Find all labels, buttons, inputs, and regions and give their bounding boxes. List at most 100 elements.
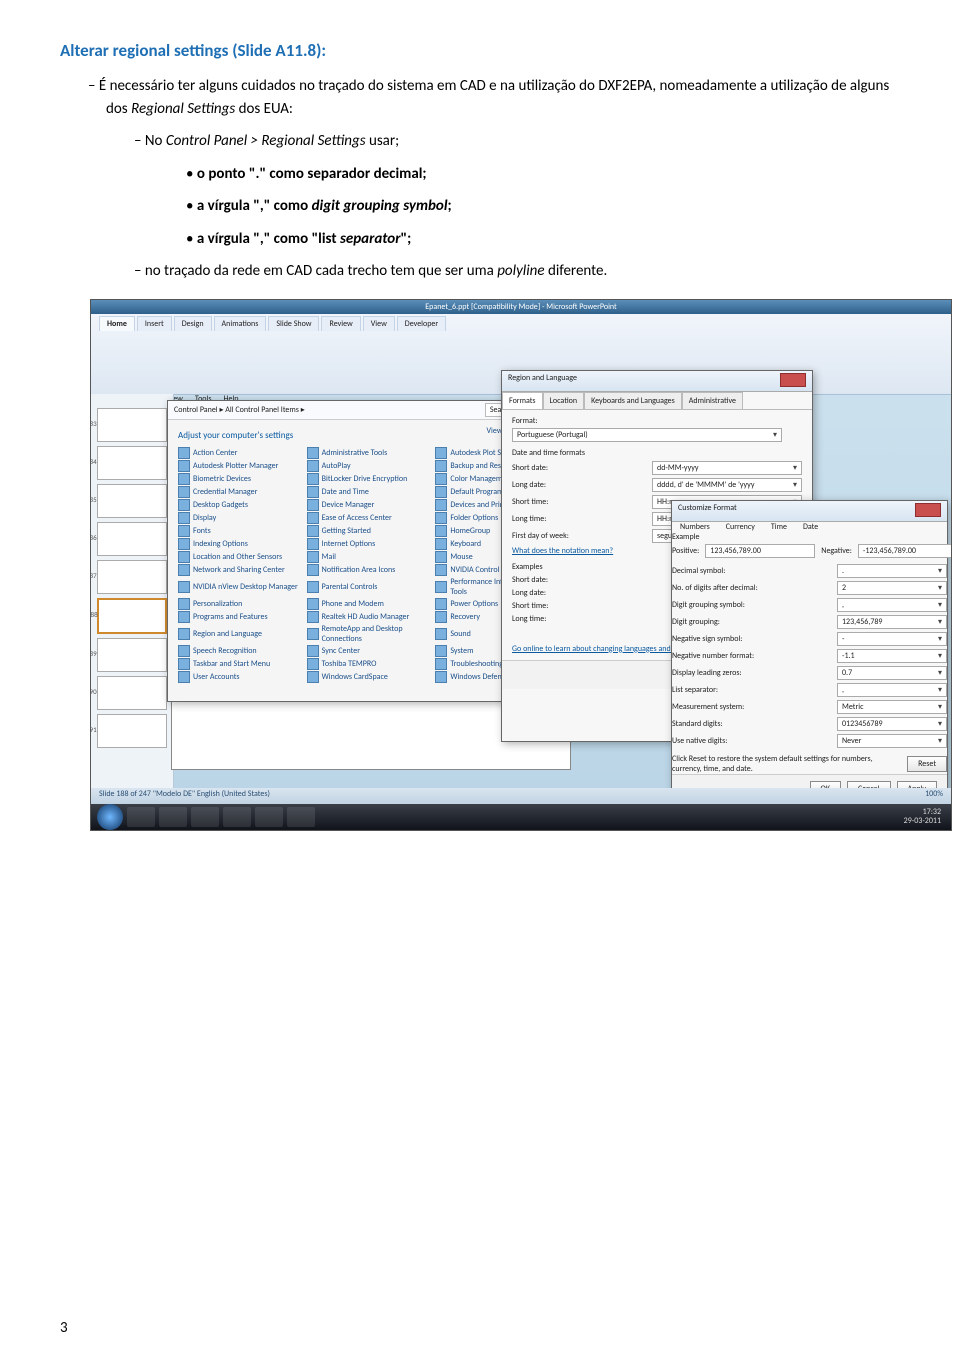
format-select[interactable]: 2	[837, 581, 947, 595]
text: no traçado da rede em CAD cada trecho te…	[145, 262, 497, 280]
text-bold: a vírgula "," como "list	[197, 230, 340, 248]
cp-item[interactable]: Programs and Features	[178, 611, 301, 623]
cp-item[interactable]: Parental Controls	[307, 577, 430, 597]
app-icon	[435, 658, 447, 670]
cp-item[interactable]: Notification Area Icons	[307, 564, 430, 576]
cp-item[interactable]: Indexing Options	[178, 538, 301, 550]
cp-item[interactable]: Taskbar and Start Menu	[178, 658, 301, 670]
format-select[interactable]: -	[837, 632, 947, 646]
cp-item[interactable]: Personalization	[178, 598, 301, 610]
cp-item[interactable]: Realtek HD Audio Manager	[307, 611, 430, 623]
zoom-level[interactable]: 100%	[925, 789, 943, 803]
format-select[interactable]: dddd, d' de 'MMMM' de 'yyyy	[652, 478, 802, 492]
cp-item[interactable]: Windows CardSpace	[307, 671, 430, 683]
thumbnail[interactable]: 189	[97, 638, 167, 672]
ribbon-tab[interactable]: Developer	[397, 316, 446, 331]
cp-item[interactable]: Speech Recognition	[178, 645, 301, 657]
cp-item[interactable]: Display	[178, 512, 301, 524]
app-icon	[307, 447, 319, 459]
app-icon	[178, 551, 190, 563]
taskbar-button[interactable]	[287, 807, 315, 827]
breadcrumb[interactable]: Control Panel ▸ All Control Panel Items …	[174, 405, 305, 415]
taskbar-button[interactable]	[159, 807, 187, 827]
thumbnail[interactable]: 186	[97, 522, 167, 556]
dialog-tab[interactable]: Time	[763, 519, 795, 535]
section-label: Date and time formats	[512, 448, 802, 458]
cp-item[interactable]: Fonts	[178, 525, 301, 537]
cp-item[interactable]: Biometric Devices	[178, 473, 301, 485]
taskbar-button[interactable]	[223, 807, 251, 827]
dialog-tab[interactable]: Formats	[502, 392, 543, 409]
cp-item[interactable]: BitLocker Drive Encryption	[307, 473, 430, 485]
cp-item[interactable]: AutoPlay	[307, 460, 430, 472]
cp-item[interactable]: Toshiba TEMPRO	[307, 658, 430, 670]
format-select[interactable]: 123,456,789	[837, 615, 947, 629]
cp-item[interactable]: Mail	[307, 551, 430, 563]
reset-button[interactable]: Reset	[907, 756, 947, 772]
cp-item[interactable]: Sync Center	[307, 645, 430, 657]
cp-item[interactable]: Date and Time	[307, 486, 430, 498]
ribbon-tab[interactable]: Slide Show	[268, 316, 319, 331]
ribbon-tab[interactable]: Home	[99, 316, 135, 331]
dialog-tab[interactable]: Keyboards and Languages	[584, 392, 682, 409]
thumbnail[interactable]: 184	[97, 446, 167, 480]
dialog-tab[interactable]: Administrative	[682, 392, 743, 409]
cp-item-label: Network and Sharing Center	[193, 565, 285, 575]
cp-item[interactable]: Device Manager	[307, 499, 430, 511]
taskbar-button[interactable]	[127, 807, 155, 827]
dialog-tab[interactable]: Location	[543, 392, 585, 409]
app-icon	[307, 538, 319, 550]
format-select[interactable]: Never	[837, 734, 947, 748]
system-tray[interactable]: 17:32 29-03-2011	[904, 808, 945, 826]
format-select[interactable]: .	[837, 564, 947, 578]
ribbon-tab[interactable]: Animations	[214, 316, 267, 331]
cp-item[interactable]: Administrative Tools	[307, 447, 430, 459]
start-button[interactable]	[97, 804, 123, 830]
reset-text: Click Reset to restore the system defaul…	[672, 754, 901, 774]
format-select[interactable]: dd-MM-yyyy	[652, 461, 802, 475]
taskbar-button[interactable]	[255, 807, 283, 827]
format-select[interactable]: ,	[837, 683, 947, 697]
dialog-tab[interactable]: Currency	[718, 519, 763, 535]
format-select[interactable]: 0.7	[837, 666, 947, 680]
ribbon-tab[interactable]: Review	[321, 316, 360, 331]
cp-item[interactable]: Autodesk Plotter Manager	[178, 460, 301, 472]
ribbon-tab[interactable]: View	[363, 316, 395, 331]
format-select[interactable]: Metric	[837, 700, 947, 714]
cp-item[interactable]: Network and Sharing Center	[178, 564, 301, 576]
cp-item[interactable]: Internet Options	[307, 538, 430, 550]
thumbnail[interactable]: 191	[97, 714, 167, 748]
thumb-number: 186	[90, 533, 97, 542]
cp-item[interactable]: Phone and Modem	[307, 598, 430, 610]
cp-item[interactable]: Credential Manager	[178, 486, 301, 498]
cp-item-label: Realtek HD Audio Manager	[322, 612, 410, 622]
taskbar-button[interactable]	[191, 807, 219, 827]
format-select[interactable]: Portuguese (Portugal)	[512, 428, 782, 442]
cp-item[interactable]: Ease of Access Center	[307, 512, 430, 524]
cp-item[interactable]: Desktop Gadgets	[178, 499, 301, 511]
thumbnail[interactable]: 185	[97, 484, 167, 518]
close-icon[interactable]	[780, 373, 806, 387]
close-icon[interactable]	[915, 503, 941, 517]
cp-item-label: Mouse	[450, 552, 472, 562]
cp-item[interactable]: User Accounts	[178, 671, 301, 683]
thumbnail[interactable]: 190	[97, 676, 167, 710]
thumbnail[interactable]: 183	[97, 408, 167, 442]
cp-item[interactable]: RemoteApp and Desktop Connections	[307, 624, 430, 644]
ribbon-tab[interactable]: Insert	[137, 316, 172, 331]
format-select[interactable]: -1.1	[837, 649, 947, 663]
app-icon	[435, 499, 447, 511]
format-select[interactable]: ,	[837, 598, 947, 612]
cp-item[interactable]: Action Center	[178, 447, 301, 459]
cp-item[interactable]: Getting Started	[307, 525, 430, 537]
app-icon	[435, 645, 447, 657]
label: Format:	[512, 416, 802, 426]
format-select[interactable]: 0123456789	[837, 717, 947, 731]
dialog-tab[interactable]: Date	[795, 519, 826, 535]
cp-item[interactable]: Location and Other Sensors	[178, 551, 301, 563]
cp-item[interactable]: Region and Language	[178, 624, 301, 644]
thumbnail[interactable]: 188	[97, 598, 167, 634]
thumbnail[interactable]: 187	[97, 560, 167, 594]
cp-item[interactable]: NVIDIA nView Desktop Manager	[178, 577, 301, 597]
ribbon-tab[interactable]: Design	[174, 316, 212, 331]
